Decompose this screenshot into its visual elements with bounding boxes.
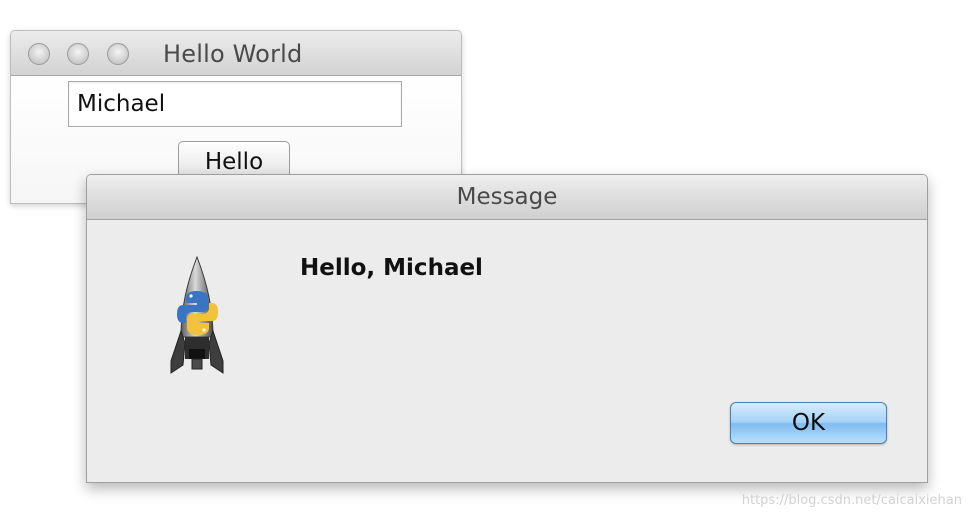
python-rocket-icon xyxy=(170,255,224,374)
name-input[interactable] xyxy=(68,81,402,127)
ok-button[interactable]: OK xyxy=(730,402,887,444)
close-window-button[interactable] xyxy=(28,43,50,65)
message-dialog-title: Message xyxy=(456,184,558,210)
message-dialog: Message Hello, Michael OK xyxy=(86,174,928,483)
main-window-title: Hello World xyxy=(163,40,303,68)
main-window-titlebar[interactable]: Hello World xyxy=(11,31,461,76)
zoom-window-button[interactable] xyxy=(107,43,129,65)
watermark-url: https://blog.csdn.net/caicaixiehan xyxy=(741,493,962,508)
screenshot-stage: Hello World Hello Message xyxy=(0,0,971,516)
message-dialog-titlebar[interactable]: Message xyxy=(87,175,927,220)
minimize-window-button[interactable] xyxy=(67,43,89,65)
message-text: Hello, Michael xyxy=(300,255,483,281)
